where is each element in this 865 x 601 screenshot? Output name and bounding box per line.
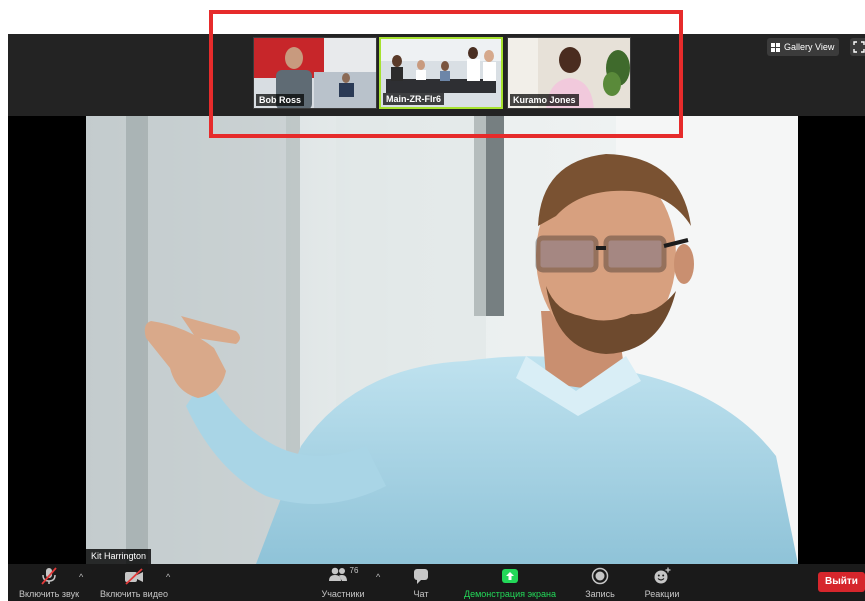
start-video-label: Включить видео: [100, 589, 168, 599]
share-screen-label: Демонстрация экрана: [464, 589, 556, 599]
gallery-view-button[interactable]: Gallery View: [767, 38, 840, 56]
fullscreen-button[interactable]: [850, 38, 865, 56]
speaker-video-image: [86, 116, 798, 564]
chat-bubble-icon: [414, 569, 428, 584]
record-label: Запись: [585, 589, 615, 599]
participants-label: Участники: [321, 589, 365, 599]
smiley-plus-icon: [654, 567, 671, 584]
reactions-button[interactable]: Реакции: [640, 566, 684, 599]
meeting-toolbar: Включить звук ^ Включить видео ^ 76 Учас…: [8, 564, 865, 601]
leave-meeting-button[interactable]: Выйти: [818, 572, 865, 592]
participants-icon: [328, 567, 347, 581]
grid-icon: [771, 42, 780, 52]
active-speaker-video: [86, 116, 798, 564]
unmute-button[interactable]: Включить звук: [16, 566, 82, 599]
gallery-view-label: Gallery View: [784, 42, 835, 52]
reactions-label: Реакции: [644, 589, 680, 599]
participants-button[interactable]: 76 Участники: [314, 566, 372, 599]
record-icon: [591, 567, 609, 585]
chat-button[interactable]: Чат: [406, 566, 436, 599]
participants-options-chevron-icon[interactable]: ^: [376, 572, 380, 582]
chat-label: Чат: [413, 589, 429, 599]
start-video-button[interactable]: Включить видео: [96, 566, 172, 599]
share-screen-icon: [502, 569, 518, 583]
participants-icon-group: 76: [314, 566, 372, 586]
participants-count: 76: [349, 566, 359, 575]
speaker-name-tag: Kit Harrington: [86, 549, 152, 564]
record-button[interactable]: Запись: [580, 566, 620, 599]
camera-off-icon: [125, 568, 143, 585]
unmute-label: Включить звук: [18, 589, 80, 599]
share-screen-button[interactable]: Демонстрация экрана: [456, 566, 564, 599]
video-options-chevron-icon[interactable]: ^: [166, 572, 170, 582]
audio-options-chevron-icon[interactable]: ^: [79, 572, 83, 582]
fullscreen-icon: [853, 41, 865, 53]
microphone-muted-icon: [41, 567, 57, 585]
highlight-box: [209, 10, 683, 138]
